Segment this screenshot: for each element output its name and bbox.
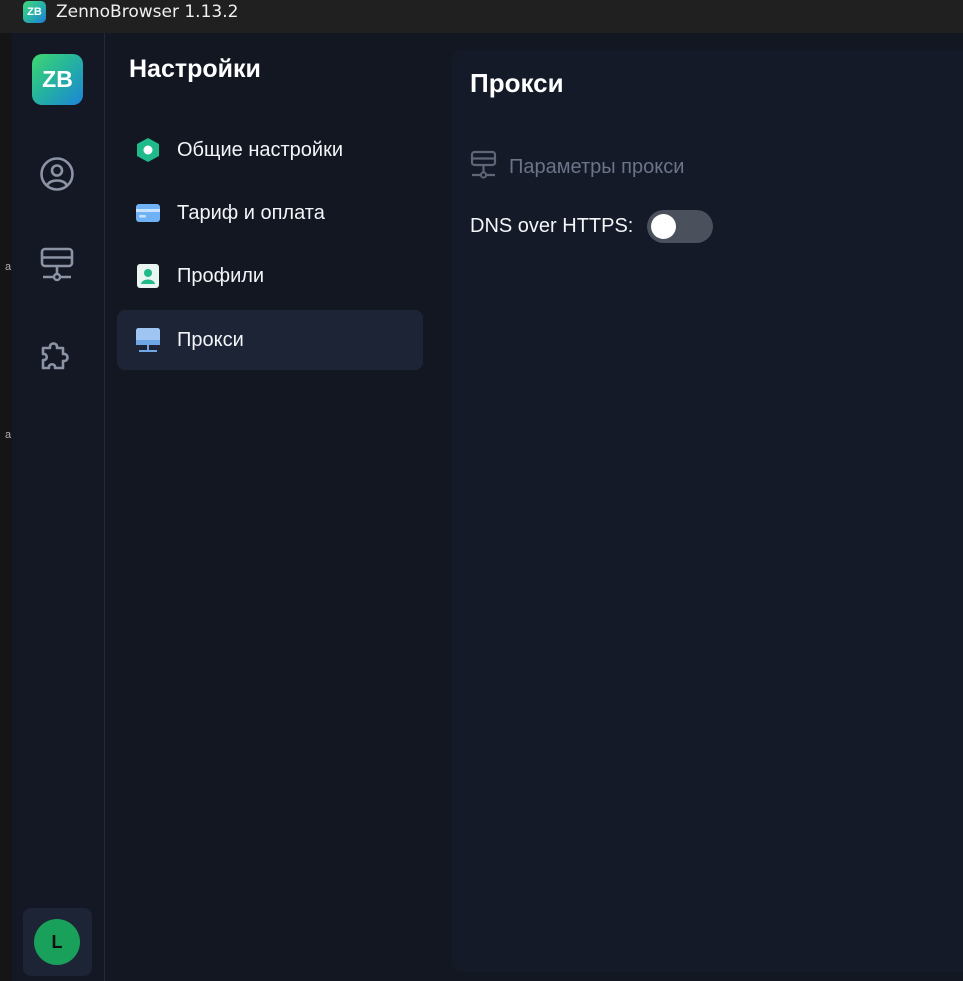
profile-icon <box>135 263 161 289</box>
hexagon-icon <box>135 137 161 163</box>
window-titlebar: ZB ZennoBrowser 1.13.2 <box>0 0 963 33</box>
proxy-params-section: Параметры прокси <box>470 150 684 185</box>
background-window-strip: a a <box>0 33 12 981</box>
network-icon <box>470 150 497 185</box>
section-label: Параметры прокси <box>509 156 685 178</box>
icon-rail: ZB L <box>12 33 105 981</box>
nav-item-label: Профили <box>177 264 265 287</box>
nav-item-billing[interactable]: Тариф и оплата <box>117 183 423 243</box>
background-glyph: a <box>5 261 12 273</box>
toggle-knob <box>651 214 677 239</box>
dns-label: DNS over HTTPS: <box>470 215 634 237</box>
proxy-settings-panel: Прокси Параметры прокси DNS over HTTPS: <box>452 50 963 972</box>
nav-item-profiles[interactable]: Профили <box>117 246 423 306</box>
nav-item-label: Прокси <box>177 328 244 351</box>
user-circle-icon[interactable] <box>38 155 76 193</box>
monitor-icon <box>135 327 161 353</box>
nav-item-proxy[interactable]: Прокси <box>117 310 423 370</box>
app-logo-small: ZB <box>23 1 46 23</box>
page-title: Прокси <box>470 68 564 98</box>
puzzle-icon[interactable] <box>38 335 76 373</box>
app-logo[interactable]: ZB <box>32 54 83 105</box>
nav-item-general[interactable]: Общие настройки <box>117 120 423 180</box>
background-glyph: a <box>5 429 12 441</box>
avatar: L <box>34 919 80 965</box>
settings-nav: Настройки Общие настройки Тариф и оплата <box>105 33 435 981</box>
account-button[interactable]: L <box>23 908 92 976</box>
nav-item-label: Тариф и оплата <box>177 201 325 224</box>
dns-over-https-toggle[interactable] <box>647 210 714 243</box>
window-title: ZennoBrowser 1.13.2 <box>56 2 239 22</box>
network-icon[interactable] <box>38 245 76 283</box>
dns-over-https-row: DNS over HTTPS: <box>470 210 714 243</box>
card-icon <box>135 200 161 226</box>
nav-item-label: Общие настройки <box>177 138 343 161</box>
settings-title: Настройки <box>129 55 261 83</box>
